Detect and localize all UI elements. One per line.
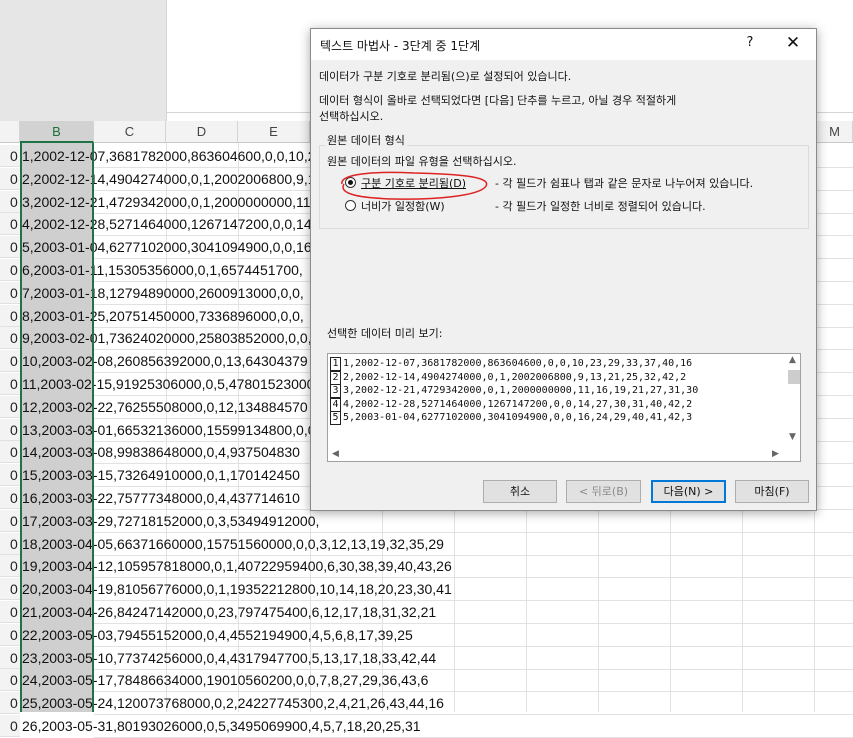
scroll-left-icon[interactable]: ◀	[332, 449, 339, 459]
corner-header[interactable]	[0, 121, 20, 143]
row-header[interactable]: 0	[0, 647, 20, 669]
preview-horizontal-scrollbar[interactable]: ◀ ▶	[328, 447, 786, 461]
dialog-titlebar[interactable]: 텍스트 마법사 - 3단계 중 1단계 ? ✕	[311, 29, 816, 60]
row-header[interactable]: 0	[0, 555, 20, 577]
preview-line: 4 4,2002-12-28,5271464000,1267147200,0,0,…	[328, 397, 693, 412]
column-header-c[interactable]: C	[94, 121, 166, 143]
row-header[interactable]: 0	[0, 213, 20, 235]
text-import-wizard-dialog: 텍스트 마법사 - 3단계 중 1단계 ? ✕ 데이터가 구분 기호로 분리됨(…	[310, 28, 817, 511]
preview-line-number: 4	[330, 397, 341, 412]
column-header-d[interactable]: D	[166, 121, 238, 143]
preview-scroll-thumb[interactable]	[788, 370, 800, 384]
row-header[interactable]: 0	[0, 259, 20, 281]
row-header[interactable]: 0	[0, 373, 20, 395]
row-header[interactable]: 0	[0, 282, 20, 304]
dialog-title: 텍스트 마법사 - 3단계 중 1단계	[320, 39, 481, 53]
row-header[interactable]: 0	[0, 441, 20, 463]
scroll-right-icon[interactable]: ▶	[772, 449, 779, 459]
row-header[interactable]: 0	[0, 669, 20, 691]
column-header-m[interactable]: M	[817, 121, 853, 143]
help-icon[interactable]: ?	[743, 35, 757, 53]
delimited-option-label[interactable]: 구분 기호로 분리됨(D)	[361, 175, 466, 191]
delimited-option-desc: - 각 필드가 쉼표나 탭과 같은 문자로 나누어져 있습니다.	[495, 177, 754, 190]
preview-vertical-scrollbar[interactable]: ▲ ▼	[786, 354, 800, 447]
fixed-width-option-label[interactable]: 너비가 일정함(W)	[361, 198, 445, 214]
row-header[interactable]: 0	[0, 396, 20, 418]
row-header[interactable]: 0	[0, 692, 20, 714]
preview-line-number: 2	[330, 370, 341, 385]
preview-line-text: 2,2002-12-14,4904274000,0,1,2002006800,9…	[343, 371, 687, 383]
column-header-e[interactable]: E	[238, 121, 310, 143]
row-header[interactable]: 0	[0, 533, 20, 555]
row-header[interactable]: 0	[0, 236, 20, 258]
preview-line: 1 1,2002-12-07,3681782000,863604600,0,0,1…	[328, 357, 692, 371]
next-button[interactable]: 다음(N) >	[651, 480, 726, 503]
row-header[interactable]: 0	[0, 145, 20, 167]
instruction-text-2: 선택하십시오.	[319, 110, 384, 123]
row-header[interactable]: 0	[0, 601, 20, 623]
row-header[interactable]: 0	[0, 168, 20, 190]
scroll-up-icon[interactable]: ▲	[789, 355, 796, 365]
fixed-width-option-desc: - 각 필드가 일정한 너비로 정렬되어 있습니다.	[495, 200, 706, 213]
preview-line: 5 5,2003-01-04,6277102000,3041094900,0,0,…	[328, 411, 692, 425]
preview-line-text: 1,2002-12-07,3681782000,863604600,0,0,10…	[343, 358, 693, 369]
row-header[interactable]: 0	[0, 487, 20, 509]
row-header[interactable]: 0	[0, 350, 20, 372]
back-button[interactable]: < 뒤로(B)	[566, 480, 641, 503]
preview-line-number: 5	[330, 411, 341, 425]
instruction-text-1: 데이터 형식이 올바로 선택되었다면 [다음] 단추를 누르고, 아닐 경우 적…	[319, 94, 677, 107]
row-header[interactable]: 0	[0, 510, 20, 532]
preview-line-number: 1	[330, 357, 341, 371]
preview-line: 3 3,2002-12-21,4729342000,0,1,2000000000,…	[328, 384, 698, 398]
row-header[interactable]: 0	[0, 305, 20, 327]
delimited-radio[interactable]	[345, 177, 356, 188]
fixed-width-radio[interactable]	[345, 200, 356, 211]
scroll-down-icon[interactable]: ▼	[789, 432, 796, 442]
finish-button[interactable]: 마침(F)	[735, 480, 809, 503]
file-type-prompt: 원본 데이터의 파일 유형을 선택하십시오.	[327, 155, 517, 168]
row-header[interactable]: 0	[0, 624, 20, 646]
row-header[interactable]: 0	[0, 191, 20, 213]
sheet-top-gray-panel	[0, 0, 167, 121]
source-format-group-label: 원본 데이터 형식	[325, 132, 407, 148]
preview-line-text: 5,2003-01-04,6277102000,3041094900,0,0,1…	[343, 412, 693, 423]
delimited-status-text: 데이터가 구분 기호로 분리됨(으)로 설정되어 있습니다.	[319, 70, 572, 83]
table-row[interactable]: 26,2003-05-31,80193026000,0,5,3495069900…	[22, 715, 421, 737]
data-preview-box[interactable]: 1 1,2002-12-07,3681782000,863604600,0,0,1…	[327, 353, 801, 462]
row-header[interactable]: 0	[0, 464, 20, 486]
preview-label: 선택한 데이터 미리 보기:	[327, 327, 443, 340]
row-header[interactable]: 0	[0, 715, 20, 737]
selected-column-border	[20, 143, 94, 712]
close-icon[interactable]: ✕	[783, 33, 803, 53]
preview-line-text: 4,2002-12-28,5271464000,1267147200,0,0,1…	[343, 398, 693, 410]
row-header[interactable]: 0	[0, 327, 20, 349]
row-header[interactable]: 0	[0, 419, 20, 441]
column-header-b[interactable]: B	[20, 121, 94, 143]
row-header[interactable]: 0	[0, 578, 20, 600]
preview-line: 2 2,2002-12-14,4904274000,0,1,2002006800,…	[328, 370, 687, 385]
radio-selected-dot	[348, 180, 353, 185]
cancel-button[interactable]: 취소	[483, 480, 557, 503]
preview-line-text: 3,2002-12-21,4729342000,0,1,2000000000,1…	[343, 385, 699, 396]
preview-line-number: 3	[330, 384, 341, 398]
